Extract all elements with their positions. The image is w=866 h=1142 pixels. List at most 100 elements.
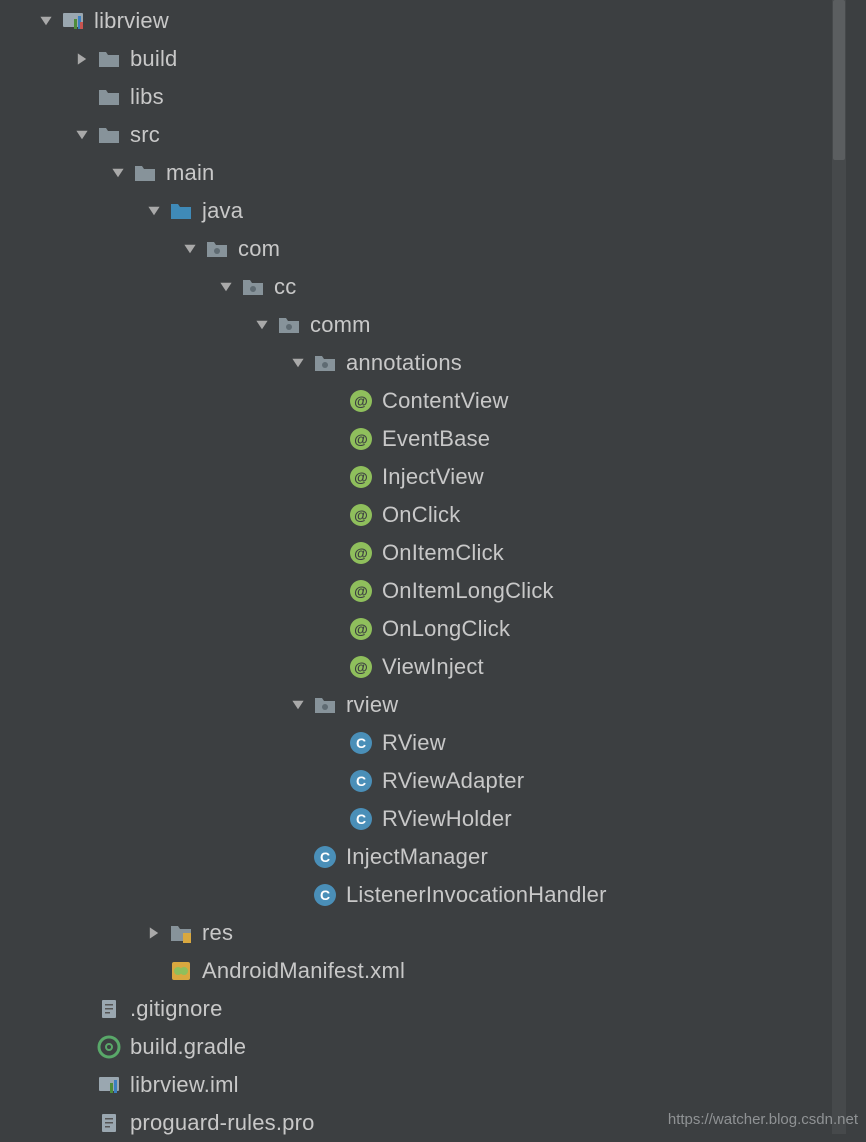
svg-text:@: @ bbox=[354, 469, 368, 485]
annotation-icon: @ bbox=[348, 578, 374, 604]
text-file-icon bbox=[96, 1110, 122, 1136]
class-icon: C bbox=[348, 768, 374, 794]
annotation-icon: @ bbox=[348, 616, 374, 642]
tree-item-label: AndroidManifest.xml bbox=[202, 958, 405, 984]
tree-item-annotation-file[interactable]: @ ContentView bbox=[0, 382, 832, 420]
module-icon bbox=[96, 1072, 122, 1098]
tree-item-label: ContentView bbox=[382, 388, 509, 414]
svg-text:@: @ bbox=[354, 659, 368, 675]
tree-item-annotation-file[interactable]: @ OnItemLongClick bbox=[0, 572, 832, 610]
svg-text:@: @ bbox=[354, 507, 368, 523]
tree-item-annotation-file[interactable]: @OnItemClick bbox=[0, 534, 832, 572]
resources-folder-icon bbox=[168, 920, 194, 946]
tree-item-label: librview.iml bbox=[130, 1072, 239, 1098]
class-icon: C bbox=[312, 844, 338, 870]
tree-item-src-folder[interactable]: src bbox=[0, 116, 832, 154]
tree-item-label: .gitignore bbox=[130, 996, 223, 1022]
vertical-scrollbar[interactable] bbox=[832, 0, 846, 1134]
tree-item-label: EventBase bbox=[382, 426, 490, 452]
tree-item-annotation-file[interactable]: @InjectView bbox=[0, 458, 832, 496]
tree-item-label: OnItemClick bbox=[382, 540, 504, 566]
tree-item-label: build.gradle bbox=[130, 1034, 246, 1060]
tree-item-annotation-file[interactable]: @ EventBase bbox=[0, 420, 832, 458]
chevron-down-icon[interactable] bbox=[252, 315, 272, 335]
tree-item-annotation-file[interactable]: @ OnLongClick bbox=[0, 610, 832, 648]
gradle-icon bbox=[96, 1034, 122, 1060]
source-folder-icon bbox=[168, 198, 194, 224]
tree-item-annotation-file[interactable]: @OnClick bbox=[0, 496, 832, 534]
tree-item-build-folder[interactable]: build bbox=[0, 40, 832, 78]
chevron-down-icon[interactable] bbox=[216, 277, 236, 297]
package-icon bbox=[276, 312, 302, 338]
tree-item-package-com[interactable]: com bbox=[0, 230, 832, 268]
tree-item-package-rview[interactable]: rview bbox=[0, 686, 832, 724]
tree-item-label: java bbox=[202, 198, 243, 224]
text-file-icon bbox=[96, 996, 122, 1022]
tree-item-main-folder[interactable]: main bbox=[0, 154, 832, 192]
scroll-thumb[interactable] bbox=[833, 0, 845, 160]
tree-item-iml-file[interactable]: librview.iml bbox=[0, 1066, 832, 1104]
tree-item-label: rview bbox=[346, 692, 398, 718]
svg-text:C: C bbox=[320, 849, 330, 865]
tree-item-label: com bbox=[238, 236, 280, 262]
tree-item-label: InjectManager bbox=[346, 844, 488, 870]
package-icon bbox=[204, 236, 230, 262]
tree-item-module-root[interactable]: librview bbox=[0, 2, 832, 40]
tree-item-package-annotations[interactable]: annotations bbox=[0, 344, 832, 382]
tree-item-label: OnLongClick bbox=[382, 616, 510, 642]
chevron-down-icon[interactable] bbox=[144, 201, 164, 221]
tree-item-gitignore-file[interactable]: .gitignore bbox=[0, 990, 832, 1028]
chevron-right-icon[interactable] bbox=[72, 49, 92, 69]
tree-item-package-cc[interactable]: cc bbox=[0, 268, 832, 306]
tree-item-java-folder[interactable]: java bbox=[0, 192, 832, 230]
package-icon bbox=[312, 692, 338, 718]
chevron-down-icon[interactable] bbox=[288, 695, 308, 715]
tree-item-label: cc bbox=[274, 274, 296, 300]
package-icon bbox=[312, 350, 338, 376]
tree-item-label: OnItemLongClick bbox=[382, 578, 554, 604]
annotation-icon: @ bbox=[348, 654, 374, 680]
annotation-icon: @ bbox=[348, 502, 374, 528]
tree-item-label: main bbox=[166, 160, 215, 186]
tree-item-label: RViewHolder bbox=[382, 806, 512, 832]
tree-item-label: libs bbox=[130, 84, 164, 110]
tree-item-libs-folder[interactable]: libs bbox=[0, 78, 832, 116]
folder-icon bbox=[96, 122, 122, 148]
chevron-down-icon[interactable] bbox=[72, 125, 92, 145]
annotation-icon: @ bbox=[348, 426, 374, 452]
tree-item-class-file[interactable]: C RViewHolder bbox=[0, 800, 832, 838]
tree-item-label: RView bbox=[382, 730, 446, 756]
chevron-down-icon[interactable] bbox=[180, 239, 200, 259]
tree-item-label: annotations bbox=[346, 350, 462, 376]
chevron-down-icon[interactable] bbox=[108, 163, 128, 183]
folder-icon bbox=[132, 160, 158, 186]
tree-item-package-comm[interactable]: comm bbox=[0, 306, 832, 344]
tree-item-class-file[interactable]: C RView bbox=[0, 724, 832, 762]
folder-icon bbox=[96, 46, 122, 72]
annotation-icon: @ bbox=[348, 464, 374, 490]
tree-item-label: build bbox=[130, 46, 177, 72]
chevron-down-icon[interactable] bbox=[288, 353, 308, 373]
tree-item-res-folder[interactable]: res bbox=[0, 914, 832, 952]
project-tree-panel: librview build libs src bbox=[0, 0, 832, 1134]
tree-item-class-file[interactable]: C RViewAdapter bbox=[0, 762, 832, 800]
chevron-down-icon[interactable] bbox=[36, 11, 56, 31]
svg-text:@: @ bbox=[354, 621, 368, 637]
chevron-right-icon[interactable] bbox=[144, 923, 164, 943]
tree-item-manifest-file[interactable]: AndroidManifest.xml bbox=[0, 952, 832, 990]
tree-item-annotation-file[interactable]: @ViewInject bbox=[0, 648, 832, 686]
svg-text:@: @ bbox=[354, 393, 368, 409]
tree-item-class-file[interactable]: CListenerInvocationHandler bbox=[0, 876, 832, 914]
tree-item-label: RViewAdapter bbox=[382, 768, 524, 794]
svg-text:C: C bbox=[356, 735, 366, 751]
module-icon bbox=[60, 8, 86, 34]
tree-item-class-file[interactable]: C InjectManager bbox=[0, 838, 832, 876]
tree-item-label: comm bbox=[310, 312, 371, 338]
svg-text:C: C bbox=[356, 811, 366, 827]
tree-item-gradle-file[interactable]: build.gradle bbox=[0, 1028, 832, 1066]
svg-text:@: @ bbox=[354, 431, 368, 447]
annotation-icon: @ bbox=[348, 388, 374, 414]
svg-text:C: C bbox=[320, 887, 330, 903]
class-icon: C bbox=[312, 882, 338, 908]
svg-text:@: @ bbox=[354, 583, 368, 599]
